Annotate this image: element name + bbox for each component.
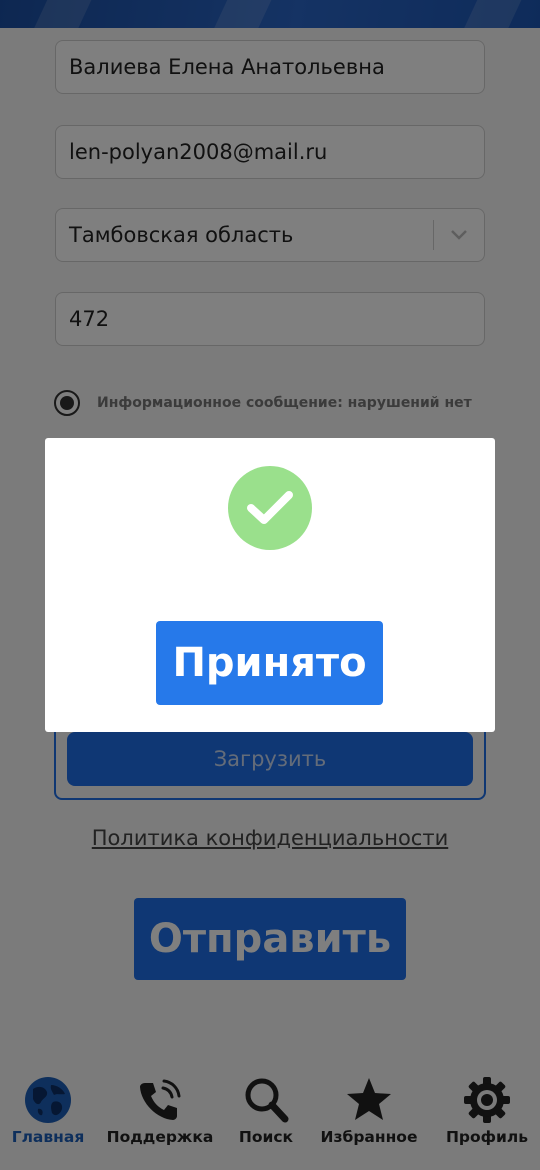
check-icon — [228, 466, 312, 550]
accept-button[interactable]: Принято — [156, 621, 383, 705]
app-screen: Валиева Елена Анатольевна len-polyan2008… — [0, 0, 540, 1170]
success-dialog: Принято — [45, 438, 495, 732]
